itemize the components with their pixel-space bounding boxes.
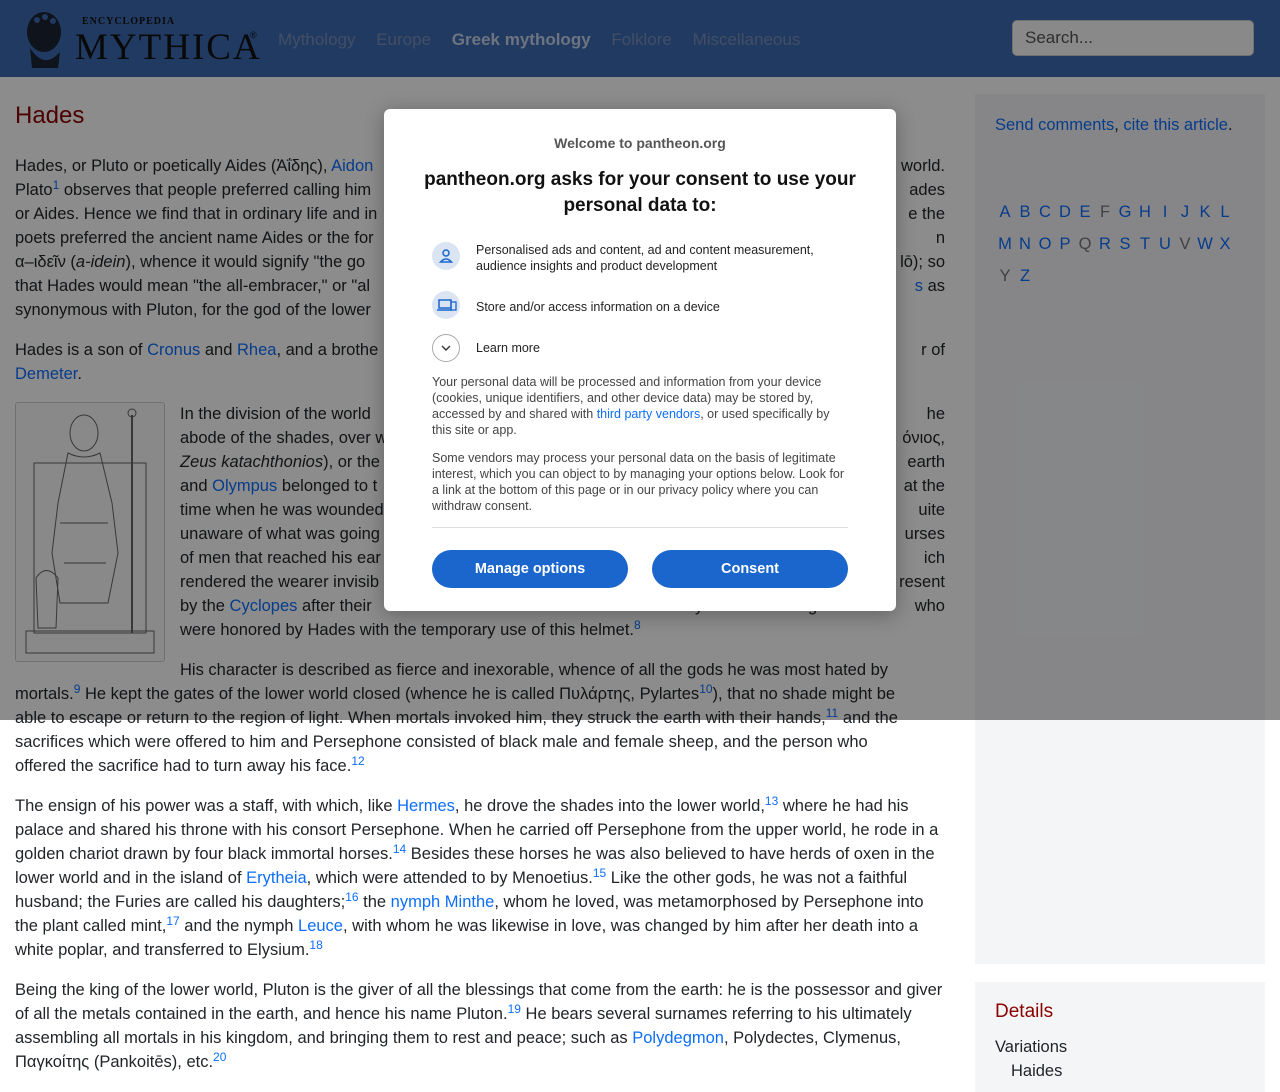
device-icon <box>432 291 460 319</box>
manage-options-button[interactable]: Manage options <box>432 550 628 588</box>
p5-text: , which were attended to by Menoetius. <box>306 869 593 887</box>
footnote-ref-12[interactable]: 12 <box>351 754 364 768</box>
article-paragraph-6: Being the king of the lower world, Pluto… <box>15 978 945 1074</box>
link-polydegmon[interactable]: Polydegmon <box>632 1029 724 1047</box>
chevron-down-icon[interactable] <box>432 334 460 362</box>
p5-text: the <box>358 893 391 911</box>
consent-dialog: Welcome to pantheon.org pantheon.org ask… <box>384 109 896 611</box>
variation-item: Haides <box>1011 1062 1063 1080</box>
footnote-ref-16[interactable]: 16 <box>345 890 358 904</box>
article-paragraph-5: The ensign of his power was a staff, wit… <box>15 794 945 962</box>
variations-label: Variations <box>995 1038 1068 1056</box>
p5-text: The ensign of his power was a staff, wit… <box>15 797 398 815</box>
purpose-personalised-ads: Personalised ads and content, ad and con… <box>476 243 814 273</box>
learn-more-toggle[interactable]: Learn more <box>476 340 676 356</box>
consent-text-1: Your personal data will be processed and… <box>432 374 852 438</box>
divider <box>432 527 848 528</box>
consent-heading: pantheon.org asks for your consent to us… <box>424 169 856 216</box>
footnote-ref-18[interactable]: 18 <box>309 938 322 952</box>
p5-text: , he drove the shades into the lower wor… <box>454 797 765 815</box>
consent-text-2: Some vendors may process your personal d… <box>432 451 845 513</box>
person-icon <box>432 242 460 270</box>
details-heading: Details <box>995 1001 1054 1022</box>
purpose-store-access: Store and/or access information on a dev… <box>476 300 720 314</box>
link-hermes[interactable]: Hermes <box>397 797 455 815</box>
link-nymph-minthe[interactable]: nymph Minthe <box>391 893 495 911</box>
footnote-ref-13[interactable]: 13 <box>765 794 778 808</box>
footnote-ref-20[interactable]: 20 <box>213 1050 226 1064</box>
link-leuce[interactable]: Leuce <box>298 917 343 935</box>
consent-welcome: Welcome to pantheon.org <box>554 135 726 151</box>
footnote-ref-15[interactable]: 15 <box>593 866 606 880</box>
footnote-ref-19[interactable]: 19 <box>508 1002 521 1016</box>
p4-line-4: sacrifices which were offered to him and… <box>15 733 868 751</box>
p4-text: offered the sacrifice had to turn away h… <box>15 757 352 775</box>
consent-button[interactable]: Consent <box>652 550 848 588</box>
p4-line-5: offered the sacrifice had to turn away h… <box>15 754 945 778</box>
footnote-ref-14[interactable]: 14 <box>393 842 406 856</box>
footnote-ref-17[interactable]: 17 <box>166 914 179 928</box>
link-erytheia[interactable]: Erytheia <box>246 869 307 887</box>
p5-text: and the nymph <box>179 917 299 935</box>
third-party-vendors-link[interactable]: third party vendors <box>597 407 701 421</box>
